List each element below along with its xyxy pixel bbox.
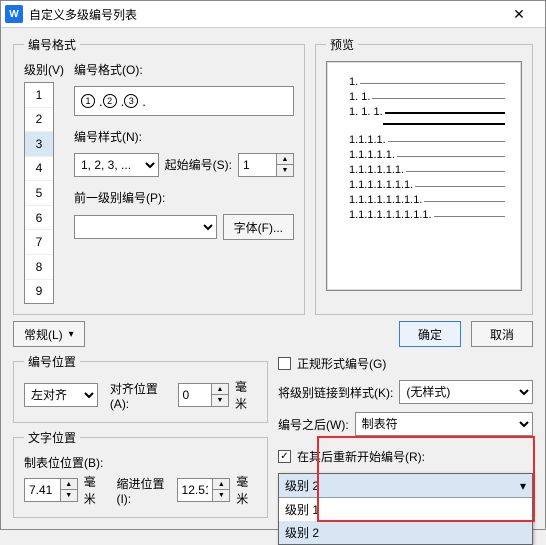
textpos-legend: 文字位置: [24, 429, 80, 446]
legal-checkbox[interactable]: [278, 357, 291, 370]
spin-up-icon[interactable]: ▲: [61, 479, 77, 490]
level-5[interactable]: 5: [25, 181, 53, 206]
spin-up-icon[interactable]: ▲: [212, 384, 228, 395]
level-4[interactable]: 4: [25, 157, 53, 182]
preview-legend: 预览: [326, 36, 358, 53]
start-number-field[interactable]: [239, 158, 276, 172]
restart-option-2[interactable]: 级别 2: [279, 521, 532, 544]
cancel-button[interactable]: 取消: [471, 321, 533, 347]
level-9[interactable]: 9: [25, 280, 53, 304]
circled-1-icon: 1: [81, 94, 95, 108]
linkstyle-select[interactable]: (无样式): [399, 380, 533, 404]
preview-box: 1. 1. 1. 1. 1. 1. 1.1.1.1. 1.1.1.1.1. 1.…: [326, 61, 522, 291]
spin-down-icon[interactable]: ▼: [212, 395, 228, 406]
normal-dropdown-button[interactable]: 常规(L): [13, 321, 85, 347]
tabstop-label: 制表位位置(B):: [24, 454, 257, 471]
spin-up-icon[interactable]: ▲: [213, 479, 229, 490]
prev-level-select[interactable]: [74, 215, 217, 239]
spin-up-icon[interactable]: ▲: [277, 154, 293, 165]
level-6[interactable]: 6: [25, 206, 53, 231]
alignat-input[interactable]: ▲▼: [178, 383, 229, 407]
preview-group: 预览 1. 1. 1. 1. 1. 1. 1.1.1.1. 1.1.1.1.1.…: [315, 36, 533, 315]
dialog: W 自定义多级编号列表 ✕ 编号格式 级别(V) 1 2 3 4 5 6 7 8…: [0, 0, 546, 530]
close-button[interactable]: ✕: [497, 1, 541, 27]
level-1[interactable]: 1: [25, 83, 53, 108]
font-button[interactable]: 字体(F)...: [223, 214, 294, 240]
indent-label: 缩进位置(I):: [116, 475, 170, 506]
dialog-body: 编号格式 级别(V) 1 2 3 4 5 6 7 8 9 编号格式(O): 1.…: [1, 28, 545, 530]
linkstyle-label: 将级别链接到样式(K):: [278, 384, 393, 401]
restart-checkbox[interactable]: ✓: [278, 450, 291, 463]
level-list[interactable]: 1 2 3 4 5 6 7 8 9: [24, 82, 54, 304]
start-label: 起始编号(S):: [165, 156, 232, 173]
number-style-select[interactable]: 1, 2, 3, ...: [74, 153, 159, 177]
after-label: 编号之后(W):: [278, 416, 349, 433]
ok-button[interactable]: 确定: [399, 321, 461, 347]
tabstop-input[interactable]: ▲▼: [24, 478, 78, 502]
level-7[interactable]: 7: [25, 230, 53, 255]
level-3[interactable]: 3: [25, 132, 53, 157]
align-select[interactable]: 左对齐: [24, 383, 98, 407]
start-spinner[interactable]: ▲▼: [276, 154, 293, 176]
format-legend: 编号格式: [24, 36, 80, 53]
alignat-label: 对齐位置(A):: [110, 380, 172, 411]
restart-selected[interactable]: 级别 2▾: [279, 474, 532, 498]
prevlevel-label: 前一级别编号(P):: [74, 189, 294, 206]
numpos-group: 编号位置 左对齐 对齐位置(A): ▲▼ 毫米: [13, 353, 268, 423]
after-select[interactable]: 制表符: [355, 412, 533, 436]
titlebar: W 自定义多级编号列表 ✕: [1, 1, 545, 28]
spin-down-icon[interactable]: ▼: [213, 490, 229, 501]
level-2[interactable]: 2: [25, 108, 53, 133]
restart-option-1[interactable]: 级别 1: [279, 498, 532, 521]
format-group: 编号格式 级别(V) 1 2 3 4 5 6 7 8 9 编号格式(O): 1.…: [13, 36, 305, 315]
restart-level-dropdown[interactable]: 级别 2▾ 级别 1 级别 2: [278, 473, 533, 545]
spin-down-icon[interactable]: ▼: [61, 490, 77, 501]
start-number-input[interactable]: ▲▼: [238, 153, 294, 177]
chevron-down-icon: ▾: [520, 479, 526, 493]
legal-label: 正规形式编号(G): [297, 355, 386, 372]
numstyle-label: 编号样式(N):: [74, 128, 294, 145]
spin-down-icon[interactable]: ▼: [277, 165, 293, 176]
numpos-legend: 编号位置: [24, 353, 80, 370]
level-8[interactable]: 8: [25, 255, 53, 280]
dialog-title: 自定义多级编号列表: [29, 6, 497, 23]
textpos-group: 文字位置 制表位位置(B): ▲▼ 毫米 缩进位置(I): ▲▼ 毫米: [13, 429, 268, 518]
circled-3-icon: 3: [124, 94, 138, 108]
restart-label: 在其后重新开始编号(R):: [297, 448, 425, 465]
number-format-input[interactable]: 1. 2. 3.: [74, 86, 294, 116]
indent-input[interactable]: ▲▼: [177, 478, 231, 502]
numfmt-label: 编号格式(O):: [74, 61, 294, 78]
app-logo-icon: W: [5, 5, 23, 23]
circled-2-icon: 2: [103, 94, 117, 108]
level-label: 级别(V): [24, 61, 64, 78]
